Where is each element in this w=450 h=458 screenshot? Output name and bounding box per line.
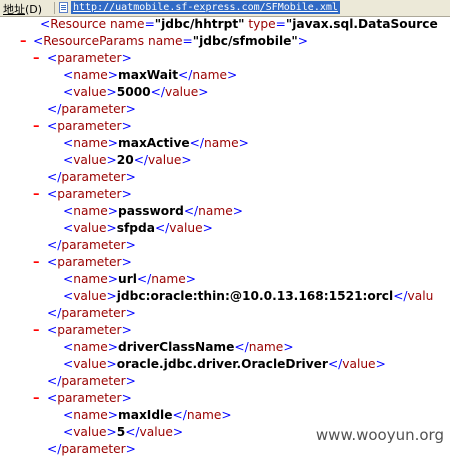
collapse-toggle-parameter[interactable]: – xyxy=(33,118,40,135)
parameter-close-tag: </parameter> xyxy=(47,306,136,320)
toolbar-divider xyxy=(54,2,55,14)
address-bar: 地址(D) http://uatmobile.sf-express.com/SF… xyxy=(0,0,450,17)
collapse-toggle-parameter[interactable]: – xyxy=(33,50,40,67)
parameter-open-tag: <parameter> xyxy=(47,255,132,269)
collapse-toggle-parameter[interactable]: – xyxy=(33,186,40,203)
parameter-name-line: <name>maxWait</name> xyxy=(63,68,238,82)
parameter-close-tag: </parameter> xyxy=(47,238,136,252)
collapse-toggle-parameter[interactable]: – xyxy=(33,254,40,271)
parameter-name-line: <name>maxActive</name> xyxy=(63,136,249,150)
parameter-close-tag: </parameter> xyxy=(47,102,136,116)
parameter-name-line: <name>password</name> xyxy=(63,204,243,218)
address-label: 地址(D) xyxy=(3,3,43,16)
parameter-value-line: <value>5000</value> xyxy=(63,85,209,99)
collapse-toggle-resourceparams[interactable]: – xyxy=(20,33,27,50)
parameter-name-line: <name>driverClassName</name> xyxy=(63,340,294,354)
parameter-value-line: <value>sfpda</value> xyxy=(63,221,213,235)
parameter-name-line: <name>maxIdle</name> xyxy=(63,408,232,422)
resource-element: <Resource name="jdbc/hhtrpt" type="javax… xyxy=(40,17,438,31)
parameter-name-line: <name>url</name> xyxy=(63,272,197,286)
parameter-value-line: <value>oracle.jdbc.driver.OracleDriver</… xyxy=(63,357,386,371)
parameter-value-line: <value>20</value> xyxy=(63,153,192,167)
parameter-open-tag: <parameter> xyxy=(47,323,132,337)
parameter-value-line: <value>jdbc:oracle:thin:@10.0.13.168:152… xyxy=(63,289,434,303)
xml-page-icon xyxy=(59,2,68,13)
parameter-open-tag: <parameter> xyxy=(47,51,132,65)
address-url-field[interactable]: http://uatmobile.sf-express.com/SFMobile… xyxy=(71,1,340,14)
watermark: www.wooyun.org xyxy=(315,426,444,444)
parameter-close-tag: </parameter> xyxy=(47,442,136,456)
resourceparams-open-tag: <ResourceParams name="jdbc/sfmobile"> xyxy=(33,34,308,48)
parameter-value-line: <value>5</value> xyxy=(63,425,184,439)
parameter-open-tag: <parameter> xyxy=(47,119,132,133)
parameter-open-tag: <parameter> xyxy=(47,391,132,405)
collapse-toggle-parameter[interactable]: – xyxy=(33,322,40,339)
parameter-close-tag: </parameter> xyxy=(47,374,136,388)
collapse-toggle-parameter[interactable]: – xyxy=(33,390,40,407)
parameter-close-tag: </parameter> xyxy=(47,170,136,184)
parameter-open-tag: <parameter> xyxy=(47,187,132,201)
